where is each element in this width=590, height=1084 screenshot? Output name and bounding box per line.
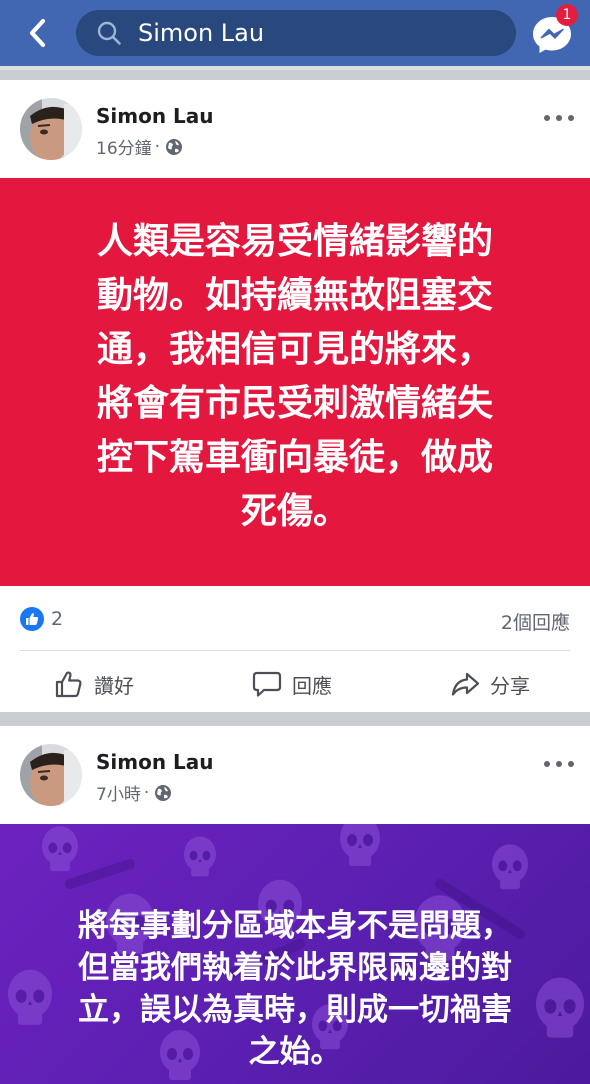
more-options-button[interactable] (544, 754, 574, 774)
chevron-left-icon (29, 18, 46, 48)
reaction-stats: 2 2個回應 (0, 604, 590, 636)
notification-badge: 1 (556, 4, 578, 26)
globe-icon (154, 784, 172, 802)
post-text: 人類是容易受情緒影響的 動物。如持續無故阻塞交 通，我相信可見的將來， 將會有市… (96, 221, 493, 532)
comment-button[interactable]: 回應 (252, 664, 332, 704)
ellipsis-icon (544, 115, 550, 121)
post-card: Simon Lau 7小時 · 將每事劃分區域本身不是問題， 但當我們執着於此界… (0, 726, 590, 1084)
ellipsis-icon (568, 761, 574, 767)
colored-background-post: 人類是容易受情緒影響的 動物。如持續無故阻塞交 通，我相信可見的將來， 將會有市… (0, 178, 590, 586)
share-arrow-icon (451, 672, 480, 696)
actions-divider (20, 650, 570, 651)
like-button[interactable]: 讚好 (54, 664, 134, 704)
search-field[interactable] (76, 10, 516, 56)
meta-separator: · (143, 782, 150, 803)
ellipsis-icon (556, 761, 562, 767)
ellipsis-icon (556, 115, 562, 121)
post-author[interactable]: Simon Lau (96, 750, 214, 774)
post-actions: 讚好 回應 分享 (0, 664, 590, 704)
post-time[interactable]: 16分鐘 (96, 134, 152, 159)
more-options-button[interactable] (544, 108, 574, 128)
share-label: 分享 (490, 673, 530, 698)
comment-count[interactable]: 2個回應 (501, 608, 570, 635)
search-icon (96, 20, 122, 46)
search-input[interactable] (138, 19, 498, 47)
meta-separator: · (154, 136, 161, 157)
like-reaction-icon[interactable] (20, 607, 44, 631)
post-time[interactable]: 7小時 (96, 780, 141, 805)
back-button[interactable] (18, 14, 58, 52)
post-text: 將每事劃分區域本身不是問題， 但當我們執着於此界限兩邊的對 立，誤以為真時，則成… (78, 908, 512, 1070)
header-divider (0, 66, 590, 70)
like-label: 讚好 (94, 673, 134, 698)
ellipsis-icon (544, 761, 550, 767)
speech-bubble-icon (252, 671, 282, 697)
thumbs-up-icon (55, 671, 82, 698)
ellipsis-icon (568, 115, 574, 121)
share-button[interactable]: 分享 (450, 664, 530, 704)
avatar[interactable] (20, 98, 82, 160)
post-meta: 7小時 · (96, 780, 172, 805)
top-navigation-bar: 1 (0, 0, 590, 66)
avatar[interactable] (20, 744, 82, 806)
colored-background-post: 將每事劃分區域本身不是問題， 但當我們執着於此界限兩邊的對 立，誤以為真時，則成… (0, 824, 590, 1084)
like-count[interactable]: 2 (51, 608, 63, 630)
post-card: Simon Lau 16分鐘 · 人類是容易受情緒影響的 動物。如持續無故阻塞交… (0, 80, 590, 712)
globe-icon (165, 138, 183, 156)
comment-label: 回應 (292, 673, 332, 698)
post-meta: 16分鐘 · (96, 134, 183, 159)
post-author[interactable]: Simon Lau (96, 104, 214, 128)
